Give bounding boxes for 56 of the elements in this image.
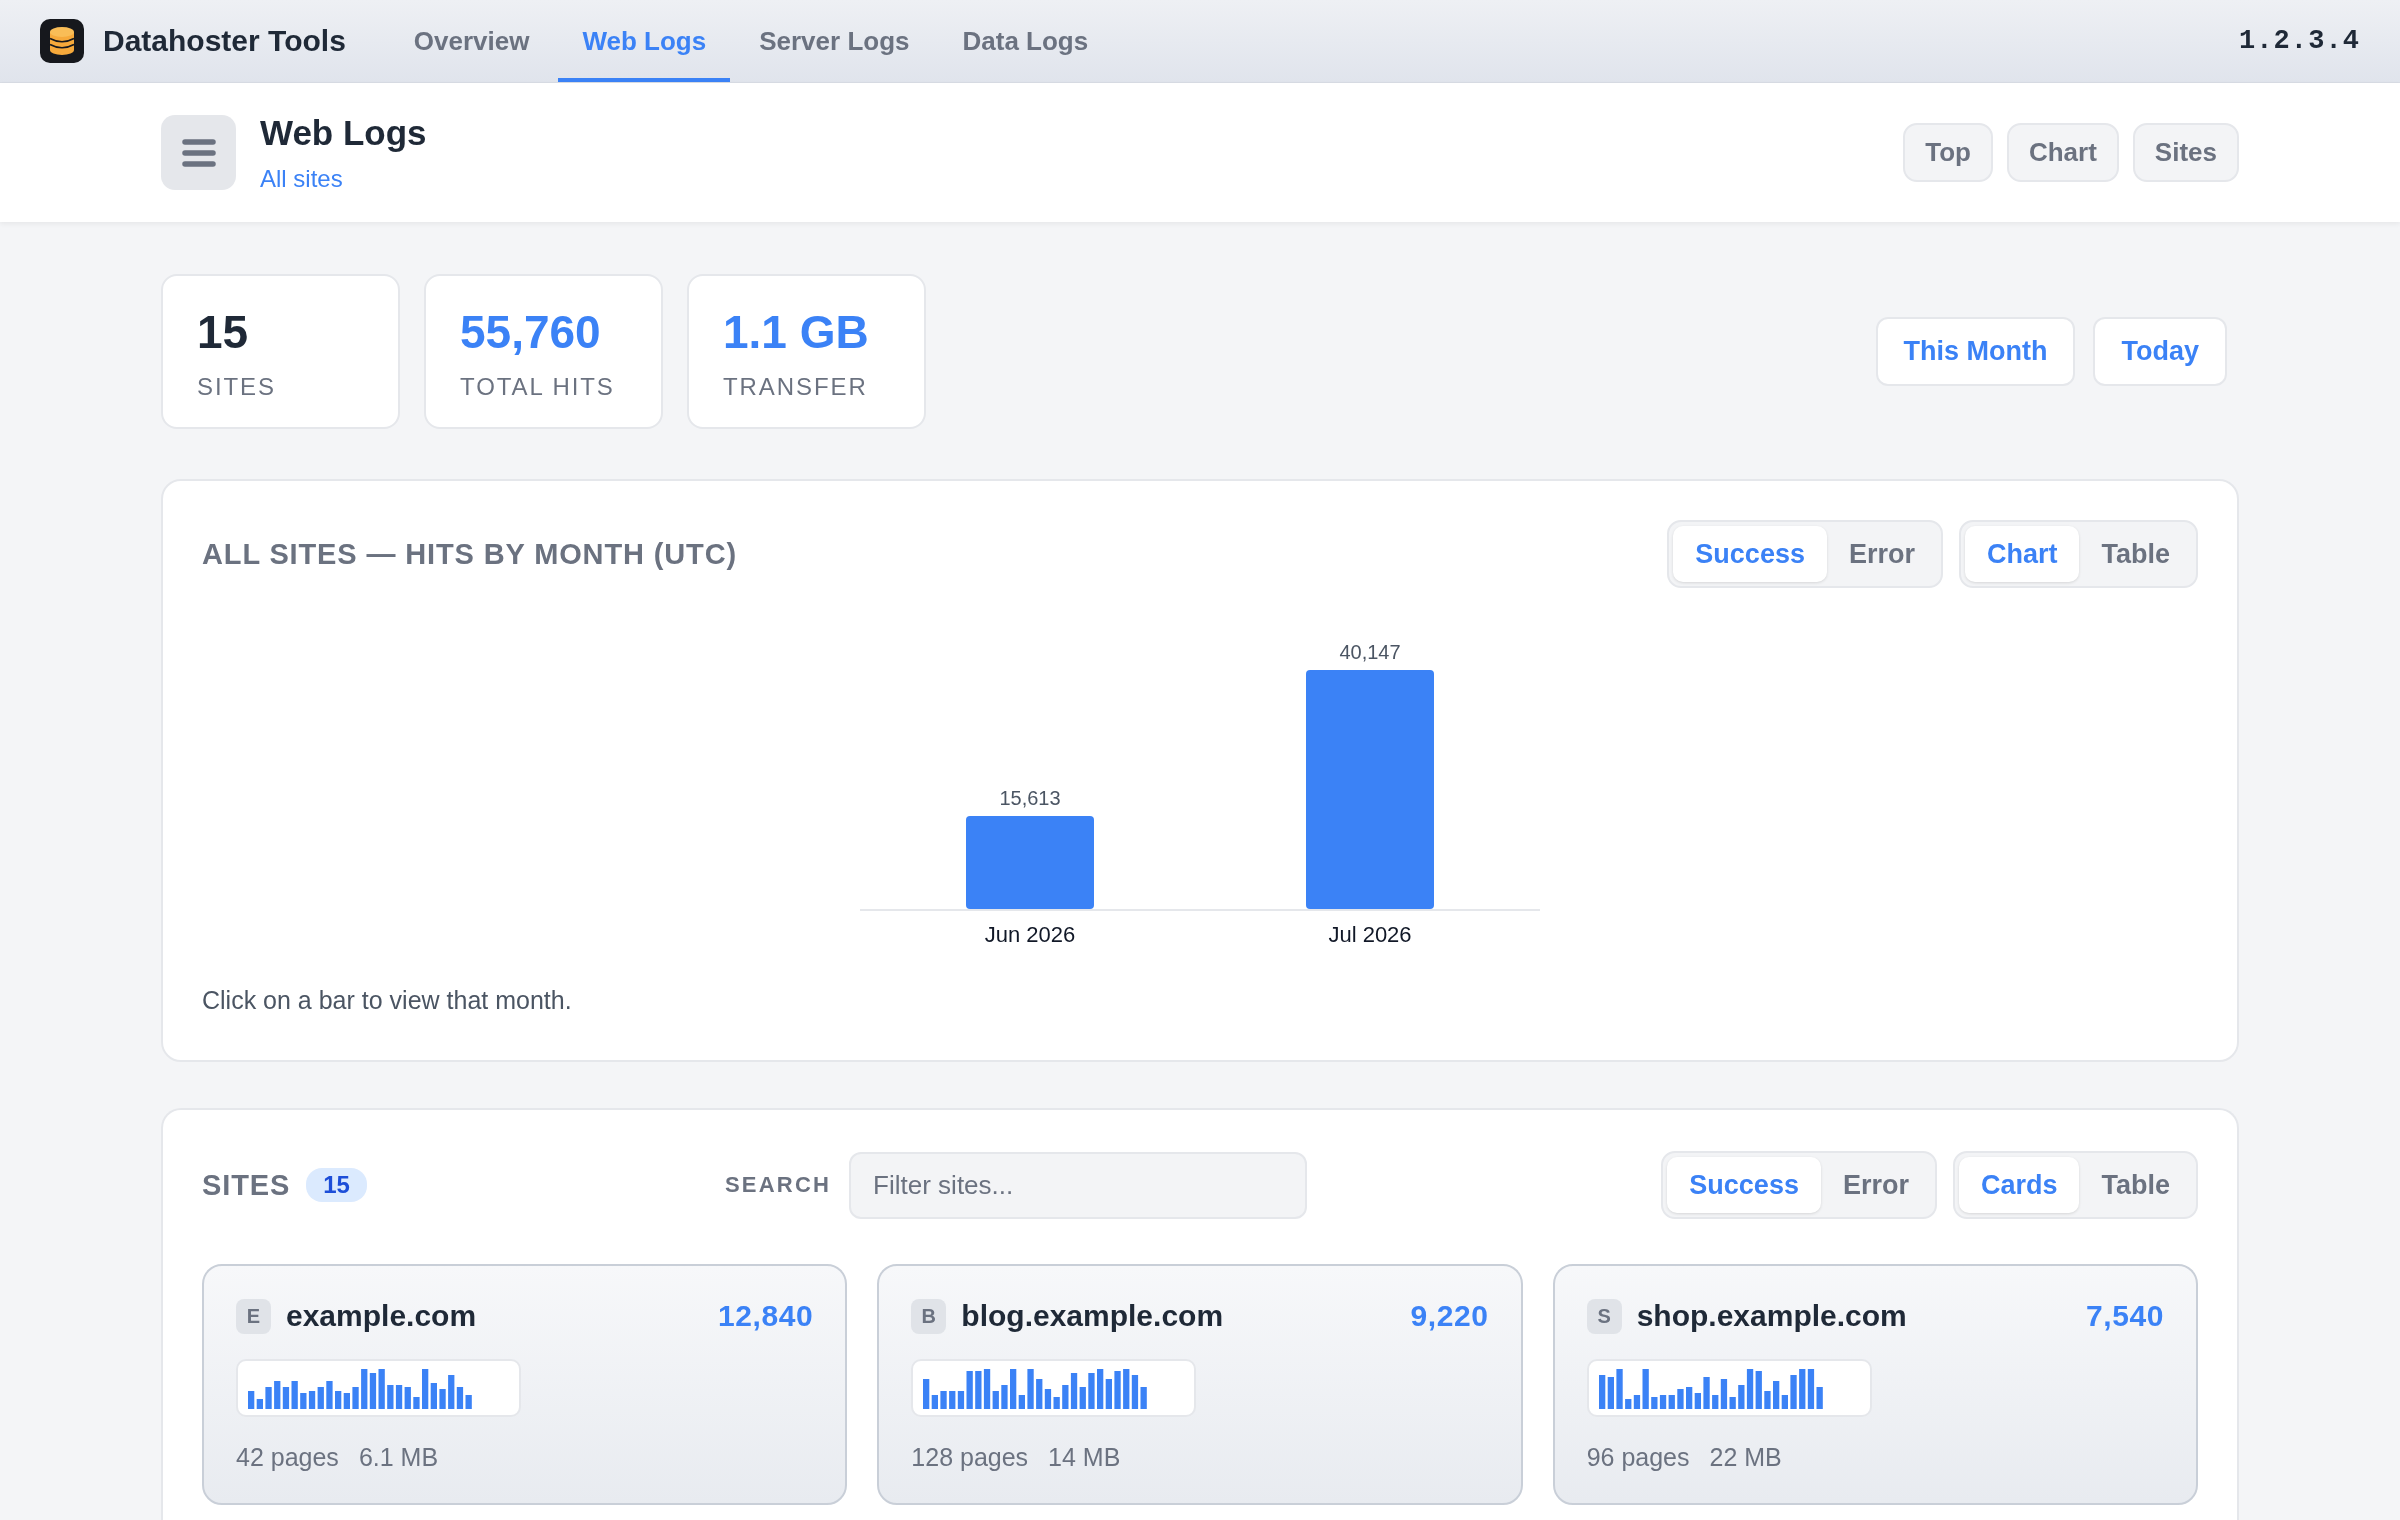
chart-title: ALL SITES — HITS BY MONTH (UTC)	[202, 537, 737, 571]
stat-label: SITES	[197, 372, 277, 402]
toggle-option[interactable]: Cards	[1958, 1157, 2080, 1213]
site-initial-badge: B	[911, 1298, 947, 1334]
stat-value: 55,760	[460, 306, 602, 358]
site-name: blog.example.com	[961, 1299, 1224, 1333]
stat-label: TOTAL HITS	[460, 372, 616, 402]
all-sites-link[interactable]: All sites	[260, 164, 343, 193]
stat-value: 1.1 GB	[723, 306, 870, 358]
nav-tab[interactable]: Overview	[389, 0, 554, 82]
site-hits: 7,540	[2085, 1299, 2164, 1333]
toggle-option[interactable]: Error	[1826, 526, 1937, 582]
sites-title: SITES	[202, 1168, 291, 1202]
search-label: SEARCH	[725, 1172, 832, 1198]
toggle-option[interactable]: Table	[2079, 526, 2192, 582]
site-initial-badge: E	[236, 1298, 271, 1334]
site-hits: 9,220	[1410, 1299, 1489, 1333]
transfer-size: 14 MB	[1048, 1443, 1121, 1471]
version-label: 1.2.3.4	[2239, 26, 2360, 56]
site-hits: 12,840	[717, 1299, 814, 1333]
transfer-size: 6.1 MB	[358, 1443, 439, 1471]
jump-button[interactable]: Top	[1903, 123, 1993, 182]
database-icon	[40, 19, 84, 63]
chart-bar[interactable]	[1306, 670, 1434, 909]
chart-bar[interactable]	[966, 816, 1094, 909]
axis-label: Jul 2026	[1328, 922, 1412, 947]
toggle-option[interactable]: Table	[2079, 1157, 2192, 1213]
page-count: 128 pages	[911, 1443, 1029, 1471]
count-badge: 15	[306, 1168, 367, 1202]
jump-button[interactable]: Chart	[2006, 123, 2119, 182]
stat-value: 15	[197, 306, 250, 358]
jump-button[interactable]: Sites	[2132, 123, 2239, 182]
nav-tab[interactable]: Server Logs	[735, 0, 934, 82]
period-button[interactable]: This Month	[1875, 317, 2076, 386]
stat-label: TRANSFER	[723, 372, 869, 402]
menu-button[interactable]	[161, 115, 236, 190]
page-title: Web Logs	[260, 112, 427, 154]
toggle-option[interactable]: Chart	[1964, 526, 2080, 582]
site-name: shop.example.com	[1636, 1299, 1907, 1333]
period-button[interactable]: Today	[2093, 317, 2227, 386]
toggle-option[interactable]: Success	[1673, 526, 1827, 582]
transfer-size: 22 MB	[1709, 1443, 1782, 1471]
chart-hint: Click on a bar to view that month.	[202, 985, 573, 1016]
axis-label: Jun 2026	[984, 922, 1076, 947]
bar-value-label: 40,147	[1339, 641, 1401, 663]
site-name: example.com	[286, 1299, 477, 1333]
page-count: 42 pages	[236, 1443, 339, 1471]
toggle-option[interactable]: Success	[1667, 1157, 1821, 1213]
toggle-option[interactable]: Error	[1820, 1157, 1931, 1213]
menu-icon	[181, 138, 216, 167]
bar-value-label: 15,613	[999, 787, 1061, 810]
search-field[interactable]: Filter sites...	[849, 1151, 1308, 1219]
nav-tab[interactable]: Data Logs	[938, 0, 1113, 82]
app-name: Datahoster Tools	[103, 24, 346, 58]
page-count: 96 pages	[1586, 1443, 1690, 1471]
site-initial-badge: S	[1586, 1298, 1622, 1334]
